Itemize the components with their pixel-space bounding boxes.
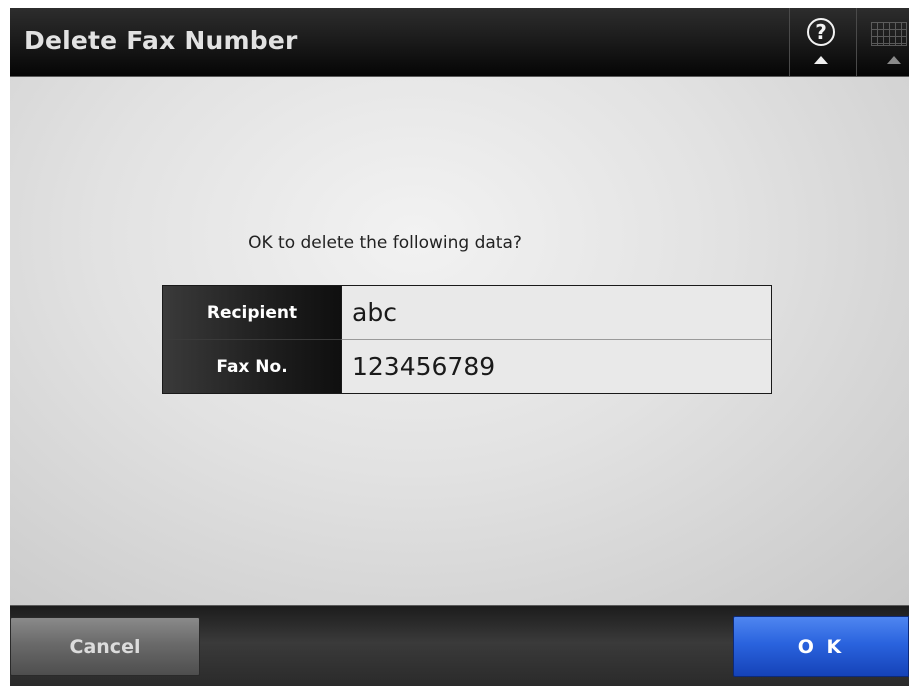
page-title: Delete Fax Number (24, 26, 298, 55)
recipient-label: Recipient (163, 286, 341, 339)
help-button[interactable]: ? (789, 8, 849, 76)
button-bar: Cancel O K (10, 605, 909, 686)
triangle-up-icon (814, 56, 828, 64)
ok-button[interactable]: O K (733, 616, 909, 677)
fax-no-value: 123456789 (341, 339, 771, 393)
table-row-recipient: Recipient abc (163, 286, 771, 339)
fax-no-label: Fax No. (163, 340, 341, 393)
fax-data-table: Recipient abc Fax No. 123456789 (162, 285, 772, 394)
help-question-icon: ? (807, 18, 835, 46)
keyboard-icon (871, 22, 907, 46)
content-area: OK to delete the following data? Recipie… (10, 77, 909, 605)
triangle-up-icon (887, 56, 901, 64)
delete-fax-number-screen: Delete Fax Number ? OK to delete the fol… (10, 8, 909, 686)
recipient-value: abc (341, 286, 771, 339)
title-bar: Delete Fax Number ? (10, 8, 909, 77)
keyboard-button[interactable] (856, 8, 909, 76)
cancel-button[interactable]: Cancel (10, 617, 200, 676)
table-row-fax-no: Fax No. 123456789 (163, 339, 771, 393)
confirmation-message: OK to delete the following data? (248, 233, 522, 253)
